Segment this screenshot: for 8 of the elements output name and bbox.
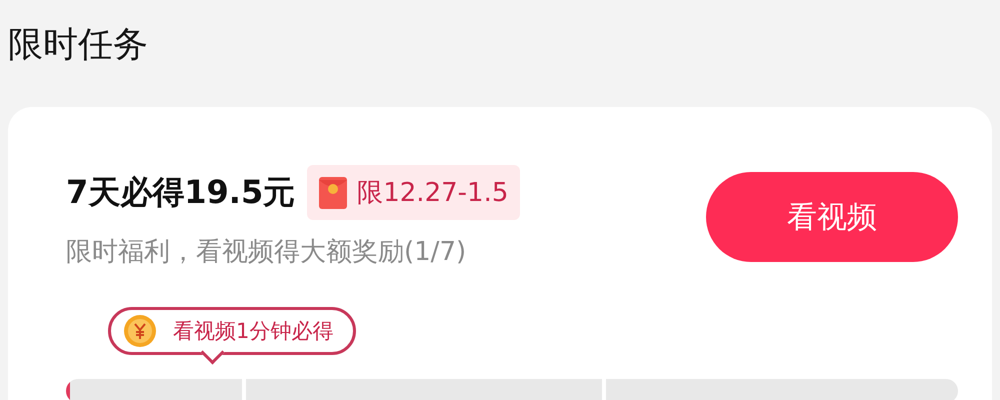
coin-icon — [123, 314, 157, 348]
task-title: 7天必得19.5元 — [66, 172, 296, 212]
task-subtitle: 限时福利，看视频得大额奖励(1/7) — [66, 236, 468, 269]
envelope-icon — [319, 176, 348, 208]
date-range: 限12.27-1.5 — [357, 177, 508, 210]
tooltip-text: 看视频1分钟必得 — [173, 318, 334, 345]
watch-video-button[interactable]: 看视频 — [706, 172, 958, 262]
section-title: 限时任务 — [8, 24, 149, 67]
